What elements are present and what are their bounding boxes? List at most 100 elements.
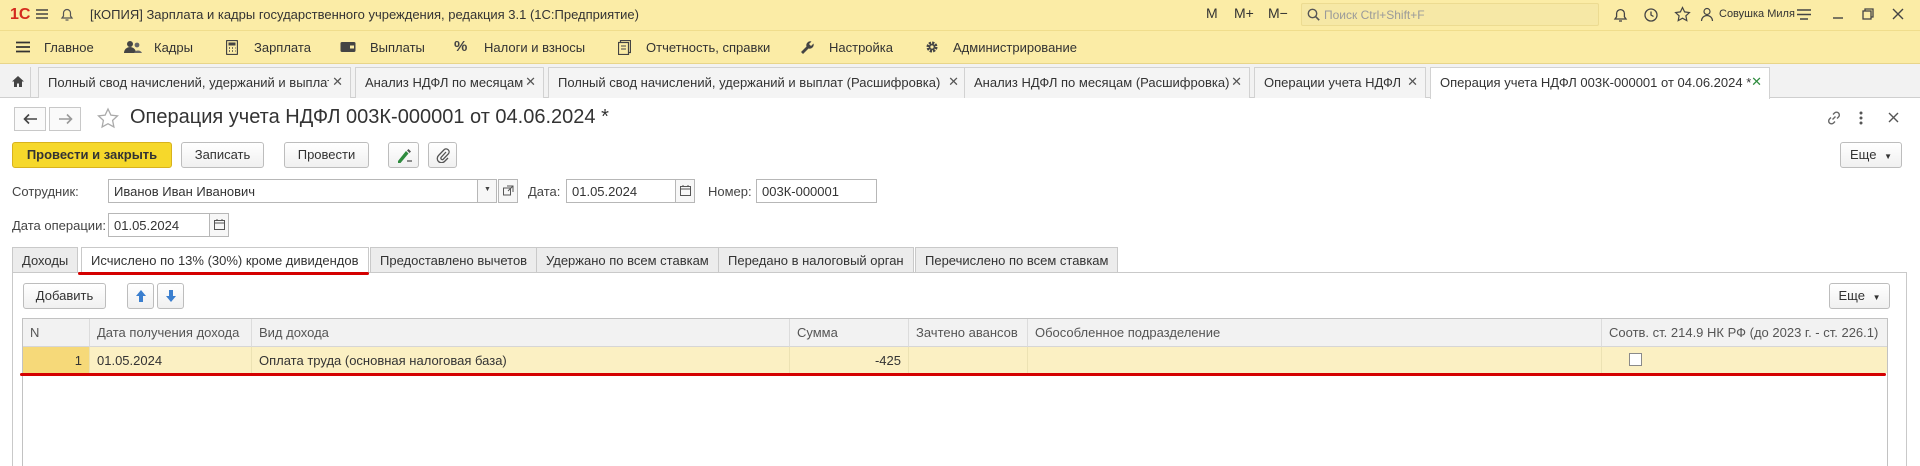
add-button[interactable]: Добавить <box>23 283 106 309</box>
tab-label: Полный свод начислений, удержаний и выпл… <box>48 75 334 90</box>
menu-item-admin[interactable]: Администрирование <box>953 40 1077 55</box>
tab-ndfl-operations[interactable]: Операции учета НДФЛ ✕ <box>1254 67 1426 98</box>
tab-deductions[interactable]: Предоставлено вычетов <box>370 247 538 273</box>
home-tab[interactable] <box>3 67 31 98</box>
menu-item-payments[interactable]: Выплаты <box>370 40 425 55</box>
home-icon <box>11 75 25 88</box>
report-icon <box>618 40 631 55</box>
tab-withheld[interactable]: Удержано по всем ставкам <box>536 247 719 273</box>
1c-logo: 1С <box>10 6 31 23</box>
main-menu: Главное Кадры Зарплата Выплаты % Налоги … <box>0 30 1920 64</box>
restore-icon[interactable] <box>1862 8 1874 20</box>
table-more-button[interactable]: Еще ▼ <box>1829 283 1890 309</box>
m-minus-button[interactable]: M− <box>1268 5 1288 21</box>
close-icon[interactable]: ✕ <box>948 74 959 90</box>
menu-item-taxes[interactable]: Налоги и взносы <box>484 40 585 55</box>
tab-ndfl-analysis-details[interactable]: Анализ НДФЛ по месяцам (Расшифровка) ✕ <box>964 67 1250 98</box>
cell-sum[interactable]: -425 <box>790 347 909 373</box>
more-label: Еще <box>1850 147 1877 162</box>
user-icon[interactable] <box>1700 7 1714 22</box>
search-input[interactable]: Поиск Ctrl+Shift+F <box>1301 3 1599 26</box>
move-up-button[interactable] <box>127 283 154 309</box>
history-icon[interactable] <box>1643 7 1659 23</box>
star-icon[interactable] <box>1674 6 1691 23</box>
column-header[interactable]: Дата получения дохода <box>90 319 252 347</box>
favorite-star-icon[interactable] <box>96 107 120 131</box>
close-icon[interactable]: ✕ <box>1751 74 1762 90</box>
cell-n[interactable]: 1 <box>23 347 90 373</box>
cell-income-kind[interactable]: Оплата труда (основная налоговая база) <box>252 347 790 373</box>
move-down-button[interactable] <box>157 283 184 309</box>
tab-label: Анализ НДФЛ по месяцам <box>365 75 524 90</box>
user-name[interactable]: Совушка Миля <box>1719 8 1795 20</box>
employee-field[interactable]: Иванов Иван Иванович <box>108 179 478 203</box>
tab-paid-all-rates[interactable]: Перечислено по всем ставкам <box>915 247 1119 273</box>
dropdown-arrow-icon: ▼ <box>1872 293 1881 302</box>
menu-item-hr[interactable]: Кадры <box>154 40 193 55</box>
tab-ndfl-analysis[interactable]: Анализ НДФЛ по месяцам ✕ <box>355 67 544 98</box>
cell-art-2149[interactable] <box>1602 347 1887 373</box>
operation-date-calendar-button[interactable] <box>209 213 229 237</box>
menu-item-main[interactable]: Главное <box>44 40 94 55</box>
wallet-icon <box>340 41 356 53</box>
tab-payroll-summary-details[interactable]: Полный свод начислений, удержаний и выпл… <box>548 67 967 98</box>
column-header[interactable]: N <box>23 319 90 347</box>
tab-transferred-to-tax-office[interactable]: Передано в налоговый орган <box>718 247 914 273</box>
income-table: N Дата получения дохода Вид дохода Сумма… <box>22 318 1888 466</box>
close-icon[interactable]: ✕ <box>1407 74 1418 90</box>
forward-button[interactable] <box>49 107 81 131</box>
menu-icon <box>16 41 30 53</box>
column-header[interactable]: Соотв. ст. 214.9 НК РФ (до 2023 г. - ст.… <box>1602 319 1887 347</box>
tab-calculated-13[interactable]: Исчислено по 13% (30%) кроме дивидендов <box>81 247 369 273</box>
more-button[interactable]: Еще ▼ <box>1840 142 1902 168</box>
table-row[interactable]: 1 01.05.2024 Оплата труда (основная нало… <box>23 347 1887 373</box>
link-icon[interactable] <box>1826 110 1842 126</box>
back-button[interactable] <box>14 107 46 131</box>
page-title: Операция учета НДФЛ 003К-000001 от 04.06… <box>130 106 609 128</box>
column-header[interactable]: Сумма <box>790 319 909 347</box>
m-plus-button[interactable]: M+ <box>1234 5 1254 21</box>
menu-item-salary[interactable]: Зарплата <box>254 40 311 55</box>
cell-advances[interactable] <box>909 347 1028 373</box>
tab-incomes[interactable]: Доходы <box>12 247 79 273</box>
tab-label: Анализ НДФЛ по месяцам (Расшифровка) <box>974 75 1230 90</box>
column-header[interactable]: Вид дохода <box>252 319 790 347</box>
attach-button[interactable] <box>428 142 457 168</box>
search-placeholder: Поиск Ctrl+Shift+F <box>1324 8 1425 22</box>
date-calendar-button[interactable] <box>675 179 695 203</box>
cell-date[interactable]: 01.05.2024 <box>90 347 252 373</box>
number-field[interactable]: 003К-000001 <box>756 179 877 203</box>
close-icon[interactable]: ✕ <box>329 74 343 90</box>
close-form-icon[interactable] <box>1888 112 1899 123</box>
percent-icon: % <box>454 38 468 55</box>
m-button[interactable]: M <box>1206 5 1218 21</box>
employee-open-button[interactable] <box>498 179 518 203</box>
post-and-close-button[interactable]: Провести и закрыть <box>12 142 172 168</box>
tab-label: Операция учета НДФЛ 003К-000001 от 04.06… <box>1440 75 1752 90</box>
tab-ndfl-operation-document[interactable]: Операция учета НДФЛ 003К-000001 от 04.06… <box>1430 67 1770 99</box>
close-window-icon[interactable] <box>1892 8 1904 20</box>
dt-kt-button[interactable] <box>388 142 419 168</box>
date-field[interactable]: 01.05.2024 <box>566 179 676 203</box>
tab-payroll-summary[interactable]: Полный свод начислений, удержаний и выпл… <box>38 67 351 98</box>
art-2149-checkbox[interactable] <box>1629 353 1642 366</box>
menu-item-settings[interactable]: Настройка <box>829 40 893 55</box>
bell-icon[interactable] <box>1613 7 1628 23</box>
column-header[interactable]: Зачтено авансов <box>909 319 1028 347</box>
menu-item-reports[interactable]: Отчетность, справки <box>646 40 770 55</box>
operation-date-field[interactable]: 01.05.2024 <box>108 213 210 237</box>
employee-label: Сотрудник: <box>12 184 79 199</box>
notification-icon[interactable] <box>60 7 74 22</box>
menu-icon[interactable] <box>36 8 48 20</box>
minimize-icon[interactable] <box>1832 8 1844 20</box>
cell-subdivision[interactable] <box>1028 347 1602 373</box>
column-header[interactable]: Обособленное подразделение <box>1028 319 1602 347</box>
close-icon[interactable]: ✕ <box>525 74 536 90</box>
save-button[interactable]: Записать <box>181 142 264 168</box>
post-button[interactable]: Провести <box>284 142 369 168</box>
settings-list-icon[interactable] <box>1797 8 1811 21</box>
close-icon[interactable]: ✕ <box>1231 74 1242 90</box>
employee-dropdown-button[interactable]: ▼ <box>477 179 497 203</box>
window-tabs: Полный свод начислений, удержаний и выпл… <box>0 64 1920 99</box>
more-vertical-icon[interactable] <box>1858 110 1864 126</box>
